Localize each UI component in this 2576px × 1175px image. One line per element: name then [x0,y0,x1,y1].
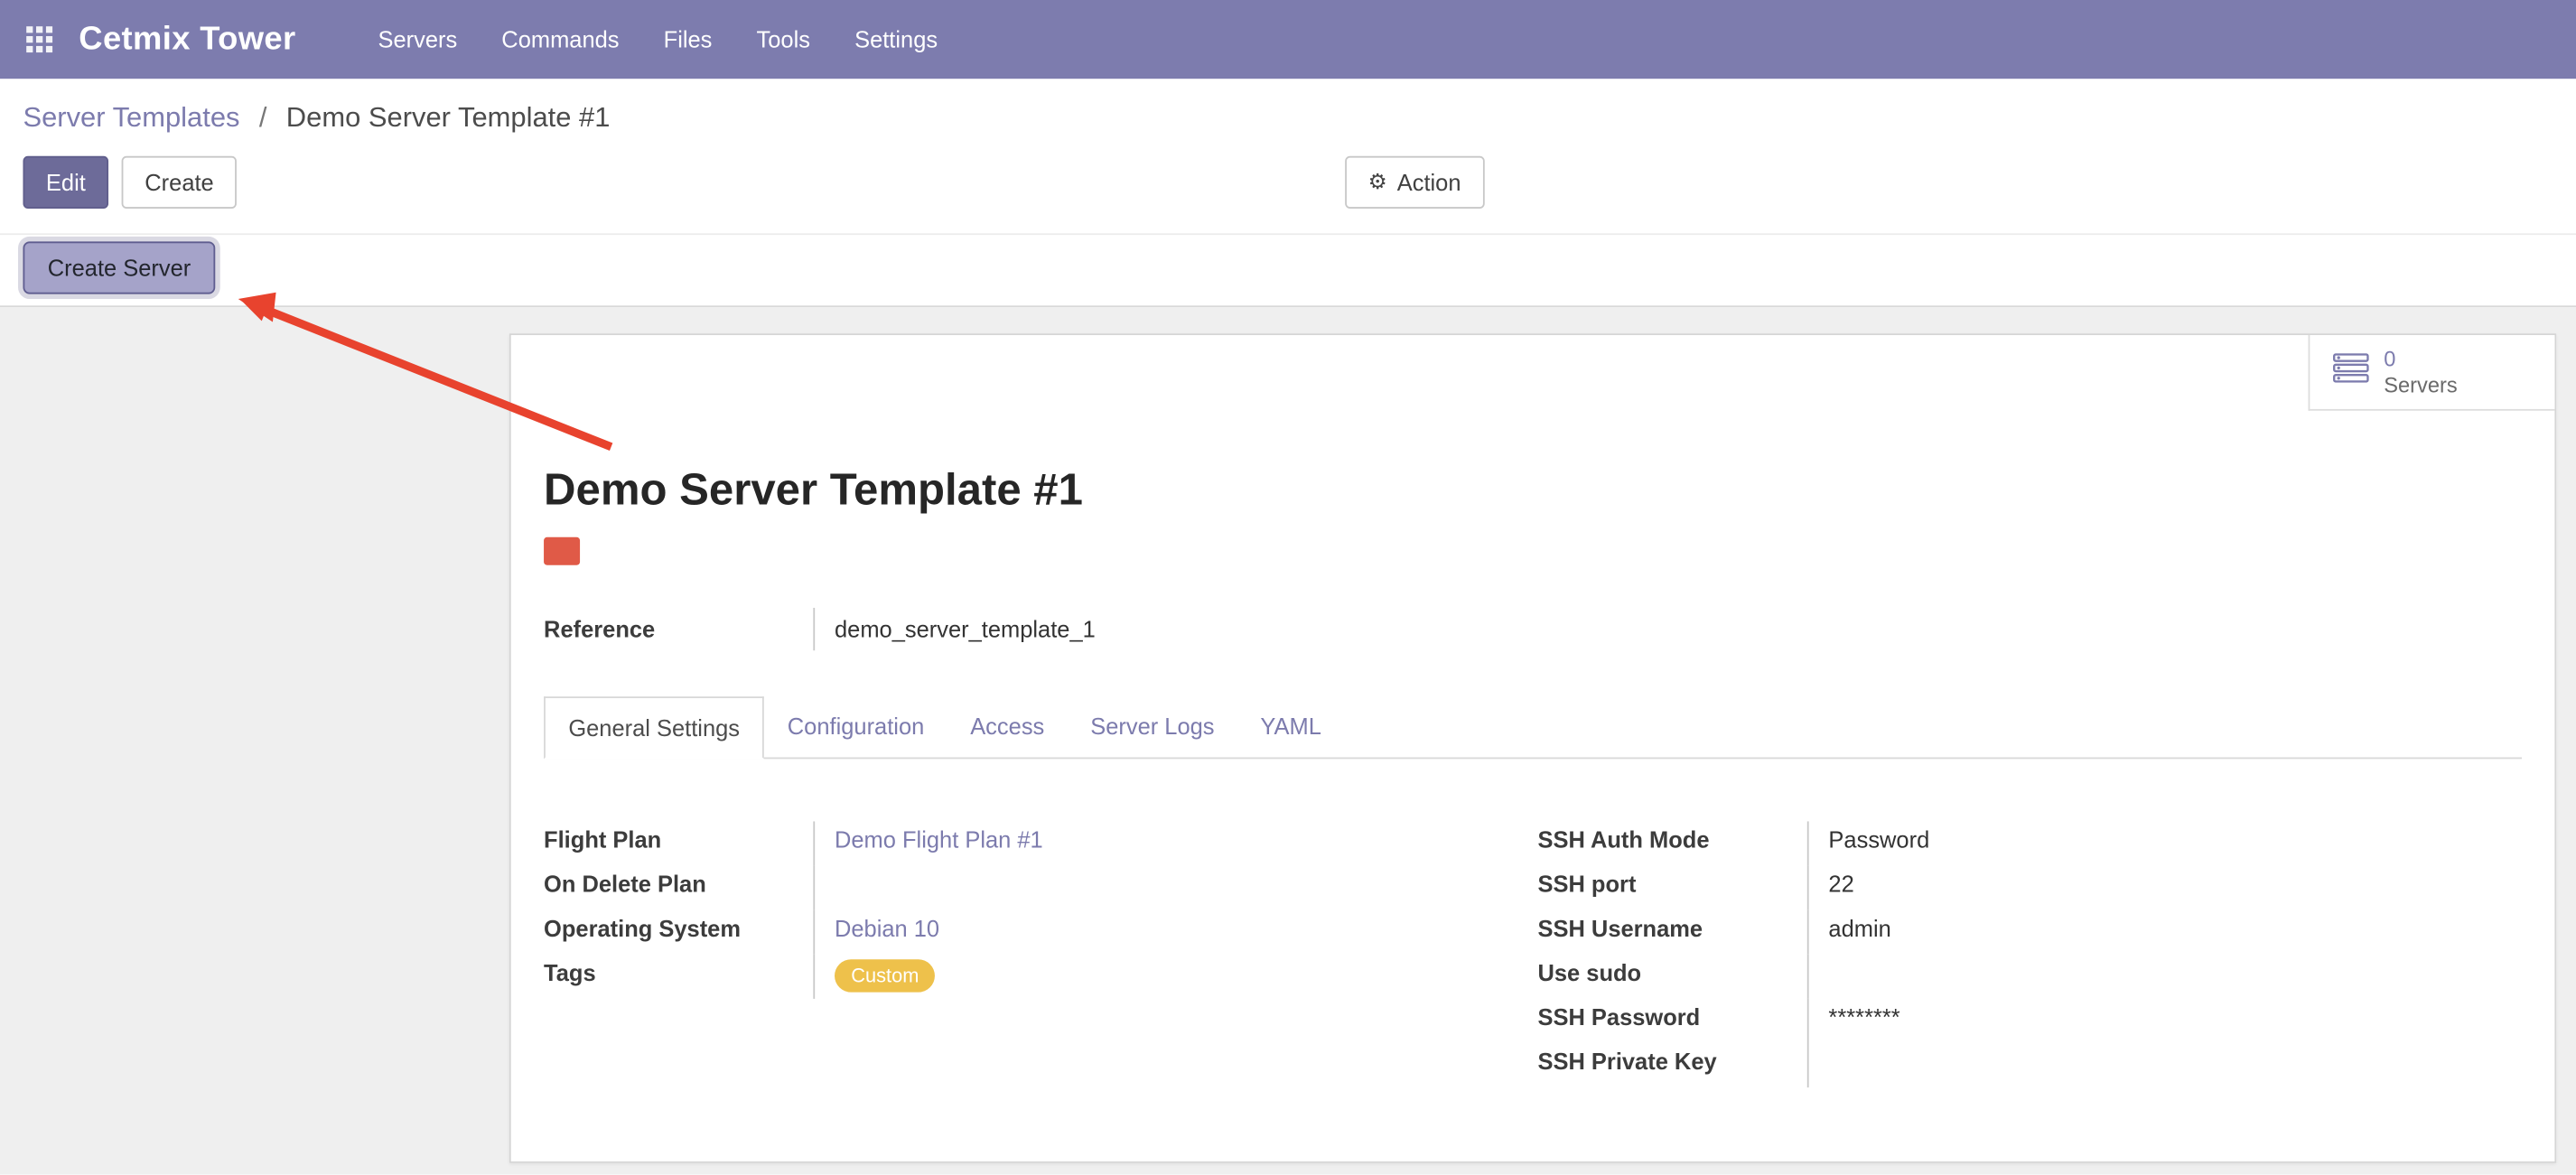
create-button[interactable]: Create [122,156,237,209]
field-row-ssh-password: SSH Password ******** [1537,998,2522,1042]
main-menu: Servers Commands Files Tools Settings [378,26,938,52]
field-label: On Delete Plan [544,865,813,909]
field-row-use-sudo: Use sudo [1537,954,2522,998]
record-title: Demo Server Template #1 [544,467,2522,516]
field-row-operating-system: Operating System Debian 10 [544,909,1528,954]
general-settings-form: Flight Plan Demo Flight Plan #1 On Delet… [544,821,2522,1087]
action-button[interactable]: ⚙ Action [1345,156,1484,209]
content-area: 0 Servers Demo Server Template #1 Refere… [0,307,2576,1174]
field-row-flight-plan: Flight Plan Demo Flight Plan #1 [544,821,1528,865]
tab-access[interactable]: Access [947,696,1068,757]
breadcrumb-parent-link[interactable]: Server Templates [23,102,239,134]
field-value [1807,1043,2522,1087]
action-button-label: Action [1397,169,1461,195]
servers-stat-button[interactable]: 0 Servers [2309,335,2555,411]
field-row-ssh-auth-mode: SSH Auth Mode Password [1537,821,2522,865]
nav-tools[interactable]: Tools [757,26,810,52]
tab-server-logs[interactable]: Server Logs [1068,696,1237,757]
breadcrumb: Server Templates / Demo Server Template … [23,102,2553,135]
servers-count: 0 [2384,347,2457,372]
tab-yaml[interactable]: YAML [1237,696,1344,757]
field-value: demo_server_template_1 [813,608,1562,650]
control-panel-buttons: Edit Create ⚙ Action [23,156,2553,234]
apps-menu-icon[interactable] [26,26,52,52]
field-label: Tags [544,954,813,998]
tag-pill: Custom [835,959,936,993]
field-row-on-delete-plan: On Delete Plan [544,865,1528,909]
nav-files[interactable]: Files [664,26,713,52]
breadcrumb-separator: / [259,102,267,134]
field-row-reference: Reference demo_server_template_1 [544,608,1563,650]
nav-settings[interactable]: Settings [854,26,938,52]
field-label: SSH Password [1537,998,1806,1042]
field-value: 22 [1807,865,2522,909]
field-row-ssh-username: SSH Username admin [1537,909,2522,954]
nav-servers[interactable]: Servers [378,26,457,52]
tab-configuration[interactable]: Configuration [764,696,947,757]
gear-icon: ⚙ [1368,170,1387,194]
field-label: Operating System [544,909,813,954]
field-row-tags: Tags Custom [544,954,1528,998]
notebook-tabs: General Settings Configuration Access Se… [544,696,2522,759]
field-value [813,865,1527,909]
nav-commands[interactable]: Commands [501,26,619,52]
field-label: SSH port [1537,865,1806,909]
create-server-button[interactable]: Create Server [23,242,215,294]
app-window: Cetmix Tower Servers Commands Files Tool… [0,0,2576,1175]
color-picker-swatch [544,536,580,564]
field-row-ssh-port: SSH port 22 [1537,865,2522,909]
statusbar: Create Server [0,233,2576,307]
app-brand[interactable]: Cetmix Tower [79,21,295,59]
field-label: SSH Auth Mode [1537,821,1806,865]
field-label: SSH Username [1537,909,1806,954]
edit-button[interactable]: Edit [23,156,108,209]
servers-count-label: Servers [2384,372,2457,397]
flight-plan-link[interactable]: Demo Flight Plan #1 [813,821,1527,865]
operating-system-link[interactable]: Debian 10 [813,909,1527,954]
control-panel: Server Templates / Demo Server Template … [0,79,2576,233]
field-label: SSH Private Key [1537,1043,1806,1087]
top-navbar: Cetmix Tower Servers Commands Files Tool… [0,0,2576,79]
field-value [1807,954,2522,998]
field-row-ssh-private-key: SSH Private Key [1537,1043,2522,1087]
form-sheet: 0 Servers Demo Server Template #1 Refere… [509,333,2556,1163]
field-value: Password [1807,821,2522,865]
field-label: Use sudo [1537,954,1806,998]
tab-general-settings[interactable]: General Settings [544,696,764,759]
servers-icon [2333,353,2369,391]
breadcrumb-current: Demo Server Template #1 [286,102,611,134]
field-value: admin [1807,909,2522,954]
field-label: Flight Plan [544,821,813,865]
field-label: Reference [544,608,813,650]
field-value: ******** [1807,998,2522,1042]
